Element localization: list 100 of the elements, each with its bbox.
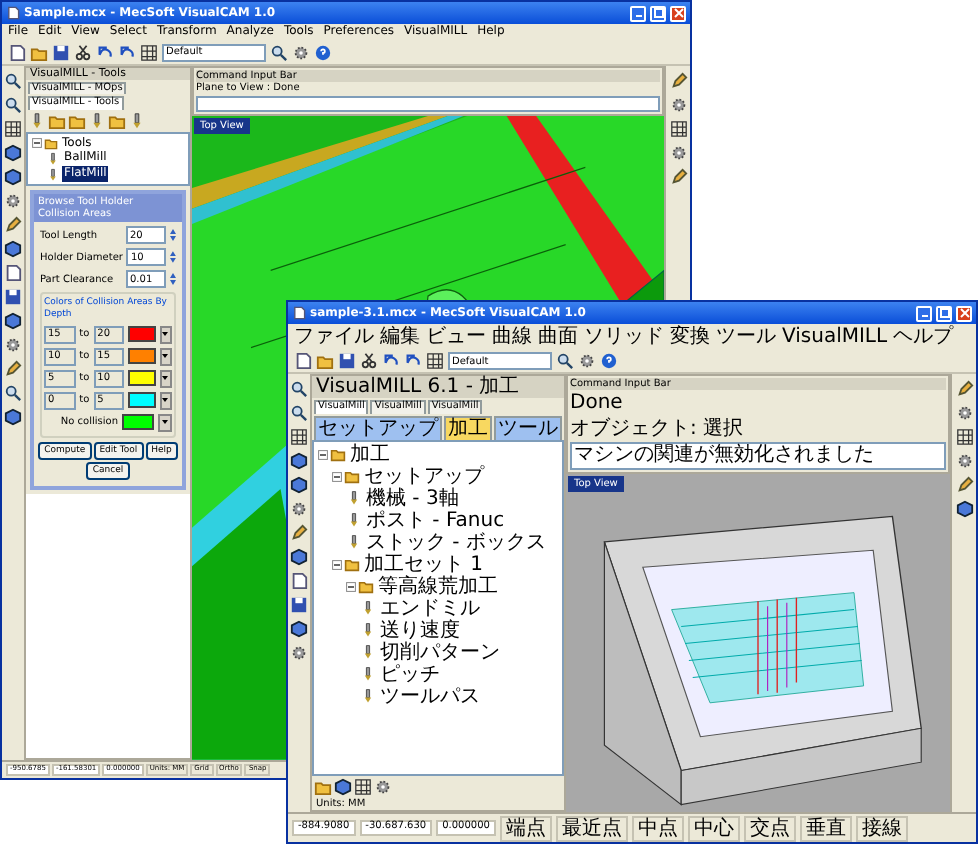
- zoom-icon[interactable]: [290, 380, 308, 398]
- color-swatch[interactable]: [128, 348, 156, 365]
- maximize-button[interactable]: [936, 305, 952, 321]
- collapse-icon[interactable]: [346, 581, 356, 591]
- close-button[interactable]: [956, 305, 972, 321]
- folder-icon[interactable]: [30, 43, 48, 62]
- menu-item[interactable]: 変換: [670, 326, 710, 348]
- zoom-icon[interactable]: [4, 383, 22, 402]
- gear-icon[interactable]: [290, 644, 308, 662]
- close-button[interactable]: [670, 5, 686, 21]
- folder-icon[interactable]: [316, 352, 334, 370]
- snap-toggle[interactable]: 中点: [631, 815, 684, 841]
- tree-item[interactable]: 機械 - 3軸: [364, 487, 461, 509]
- color-swatch[interactable]: [128, 392, 156, 409]
- gear-icon[interactable]: [955, 404, 973, 422]
- color-swatch[interactable]: [122, 414, 154, 431]
- tool-icon[interactable]: [128, 111, 146, 130]
- folder-icon[interactable]: [108, 111, 126, 130]
- collapse-icon[interactable]: [32, 138, 42, 149]
- collapse-icon[interactable]: [318, 449, 328, 459]
- menu-item[interactable]: 曲面: [538, 326, 578, 348]
- tree-item[interactable]: セットアップ: [362, 465, 486, 487]
- grid-icon[interactable]: [290, 428, 308, 446]
- gear-icon[interactable]: [290, 500, 308, 518]
- spinner-icon[interactable]: [170, 228, 176, 243]
- snap-toggle[interactable]: 垂直: [799, 815, 852, 841]
- grid-icon[interactable]: [354, 778, 372, 796]
- cube-icon[interactable]: [290, 548, 308, 566]
- document-icon[interactable]: [8, 43, 26, 62]
- gear-icon[interactable]: [669, 143, 687, 162]
- collapse-icon[interactable]: [332, 471, 342, 481]
- pencil-icon[interactable]: [290, 524, 308, 542]
- tool-icon[interactable]: [28, 111, 46, 130]
- command-input[interactable]: [196, 96, 660, 113]
- gear-icon[interactable]: [4, 191, 22, 210]
- help-icon[interactable]: [314, 43, 332, 62]
- menu-item[interactable]: ツール: [716, 326, 776, 348]
- save-icon[interactable]: [4, 287, 22, 306]
- menu-item[interactable]: ヘルプ: [893, 326, 954, 348]
- tree-item[interactable]: 送り速度: [378, 619, 462, 641]
- panel-tab[interactable]: セットアップ: [314, 415, 442, 439]
- gear-icon[interactable]: [4, 335, 22, 354]
- pencil-icon[interactable]: [669, 167, 687, 186]
- tree-item[interactable]: 加工セット 1: [362, 553, 486, 575]
- menu-item[interactable]: 曲線: [492, 326, 532, 348]
- zoom-icon[interactable]: [290, 404, 308, 422]
- menu-item[interactable]: ソリッド: [584, 326, 664, 348]
- cube-icon[interactable]: [290, 620, 308, 638]
- zoom-icon[interactable]: [270, 43, 288, 62]
- panel-tab[interactable]: 加工: [444, 415, 492, 439]
- grid-icon[interactable]: [426, 352, 444, 370]
- snap-toggle[interactable]: 接線: [855, 815, 908, 841]
- gear-icon[interactable]: [955, 452, 973, 470]
- help-icon[interactable]: [600, 352, 618, 370]
- zoom-icon[interactable]: [556, 352, 574, 370]
- color-swatch[interactable]: [128, 370, 156, 387]
- minimize-button[interactable]: [916, 305, 932, 321]
- scissors-icon[interactable]: [360, 352, 378, 370]
- snap-toggle[interactable]: 端点: [499, 815, 552, 841]
- minimize-button[interactable]: [630, 5, 646, 21]
- tree-item[interactable]: 加工: [348, 443, 392, 465]
- save-icon[interactable]: [338, 352, 356, 370]
- tree-item[interactable]: 等高線荒加工: [376, 575, 500, 597]
- tree-item[interactable]: 切削パターン: [378, 641, 502, 663]
- panel-tab[interactable]: ツール: [494, 415, 562, 439]
- tree-item[interactable]: ストック - ボックス: [364, 531, 548, 553]
- grid-icon[interactable]: [140, 43, 158, 62]
- snap-toggle[interactable]: 中心: [687, 815, 740, 841]
- zoom-icon[interactable]: [4, 71, 22, 90]
- grid-icon[interactable]: [4, 119, 22, 138]
- color-swatch[interactable]: [128, 326, 156, 343]
- tree-item[interactable]: ツールパス: [378, 685, 482, 707]
- pencil-icon[interactable]: [955, 380, 973, 398]
- cube-icon[interactable]: [955, 500, 973, 518]
- save-icon[interactable]: [290, 596, 308, 614]
- pencil-icon[interactable]: [955, 476, 973, 494]
- maximize-button[interactable]: [650, 5, 666, 21]
- snap-toggle[interactable]: 最近点: [555, 815, 628, 841]
- tree-item[interactable]: エンドミル: [378, 597, 482, 619]
- tree-item[interactable]: ピッチ: [378, 663, 442, 685]
- menu-item[interactable]: ビュー: [426, 326, 486, 348]
- document-icon[interactable]: [290, 572, 308, 590]
- tree-item[interactable]: ポスト - Fanuc: [364, 509, 507, 531]
- zoom-icon[interactable]: [4, 95, 22, 114]
- pencil-icon[interactable]: [669, 71, 687, 90]
- menu-item[interactable]: 編集: [380, 326, 420, 348]
- gear-icon[interactable]: [669, 95, 687, 114]
- gear-icon[interactable]: [292, 43, 310, 62]
- collapse-icon[interactable]: [332, 559, 342, 569]
- scissors-icon[interactable]: [74, 43, 92, 62]
- snap-toggle[interactable]: 交点: [743, 815, 796, 841]
- gear-icon[interactable]: [578, 352, 596, 370]
- tool-icon[interactable]: [88, 111, 106, 130]
- menu-item[interactable]: VisualMILL: [782, 326, 888, 348]
- gear-icon[interactable]: [374, 778, 392, 796]
- save-icon[interactable]: [52, 43, 70, 62]
- document-icon[interactable]: [294, 352, 312, 370]
- grid-icon[interactable]: [955, 428, 973, 446]
- command-input[interactable]: マシンの関連が無効化されました: [570, 442, 946, 469]
- grid-icon[interactable]: [669, 119, 687, 138]
